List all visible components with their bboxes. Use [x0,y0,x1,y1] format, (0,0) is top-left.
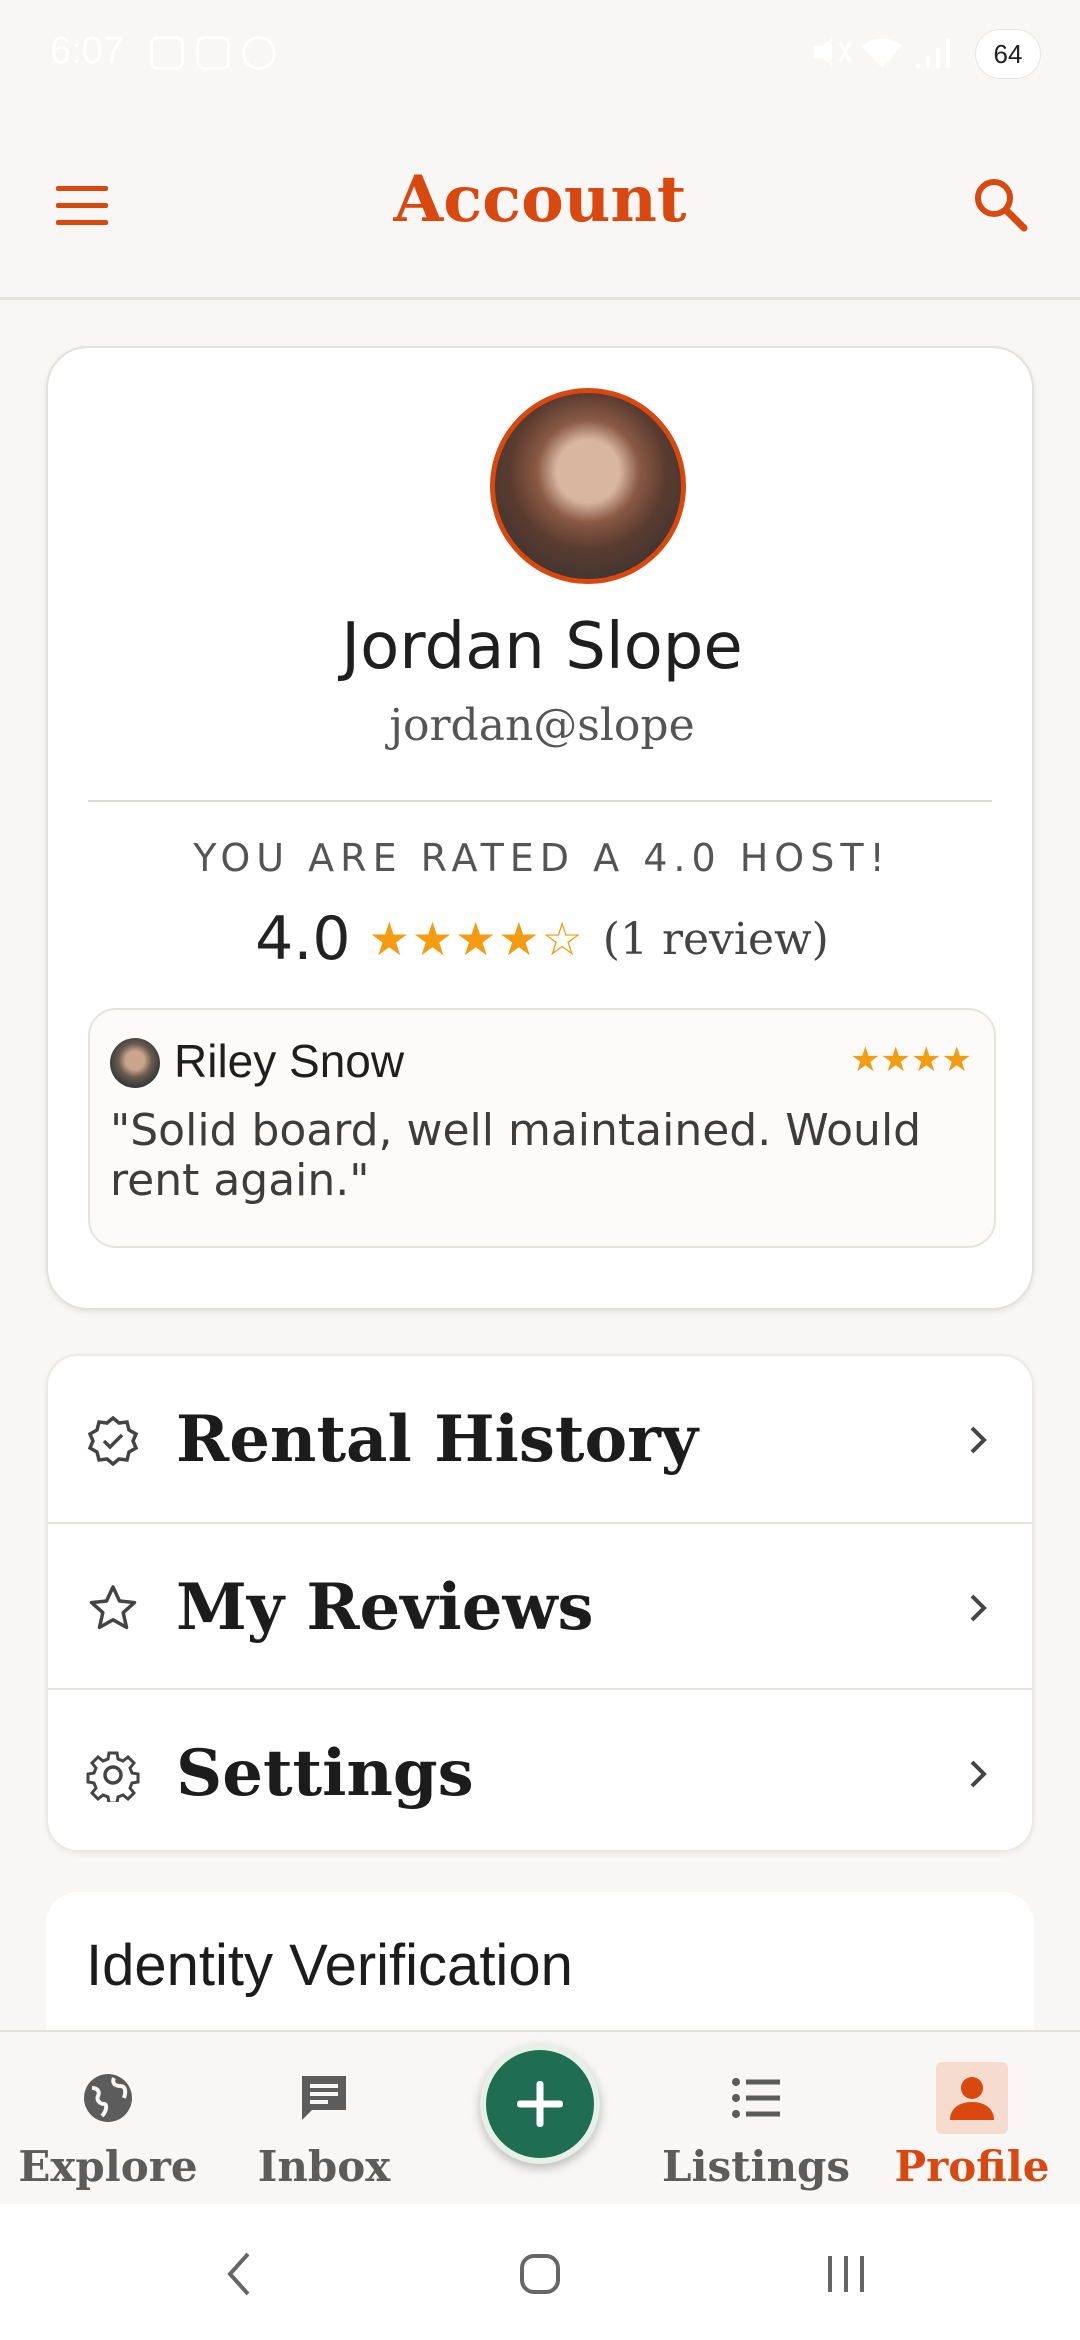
search-icon[interactable] [970,174,1030,234]
rating-stars-icon: ★★★★☆ [368,912,585,966]
menu-item-label: My Reviews [176,1570,594,1645]
tab-label: Explore [18,2142,198,2191]
review-card[interactable]: Riley Snow ★★★★ "Solid board, well maint… [88,1008,996,1248]
tab-listings[interactable]: Listings [656,2032,856,2206]
cast-icon [196,36,230,70]
chevron-right-icon [970,1760,987,1788]
chat-icon [288,2062,360,2134]
top-app-bar: Account [0,110,1080,300]
tab-label: Profile [894,2142,1050,2191]
rating-value: 4.0 [255,904,351,974]
back-icon[interactable] [200,2234,280,2314]
list-icon [720,2062,792,2134]
status-time: 6:07 [50,30,124,72]
whatsapp-icon [242,36,276,70]
chevron-right-icon [970,1594,987,1622]
profile-handle: jordan@slope [389,700,695,751]
status-bar: 6:07 64 [0,0,1080,110]
screenshot-icon [150,36,184,70]
wifi-icon [862,38,902,68]
signal-icon [916,38,950,68]
identity-verification-card[interactable]: Identity Verification [46,1892,1034,2052]
chevron-right-icon [970,1426,987,1454]
menu-item-label: Rental History [176,1402,699,1477]
battery-indicator: 64 [976,30,1040,78]
menu-item-settings[interactable]: Settings [48,1688,1032,1850]
verified-badge-icon [87,1415,139,1467]
tab-label: Inbox [257,2142,391,2191]
star-outline-icon [89,1585,137,1630]
review-stars-icon: ★★★★ [850,1040,972,1080]
host-rating-caption: YOU ARE RATED A 4.0 HOST! [193,836,891,880]
review-text: "Solid board, well maintained. Would ren… [110,1105,922,1206]
menu-item-my-reviews[interactable]: My Reviews [48,1522,1032,1688]
recent-apps-icon[interactable] [806,2234,886,2314]
reviewer-avatar [110,1038,160,1088]
profile-name: Jordan Slope [341,610,743,684]
system-navigation-bar [0,2204,1080,2340]
account-menu-list: Rental History My Reviews Settings [46,1354,1034,1852]
menu-item-rental-history[interactable]: Rental History [48,1356,1032,1522]
tab-inbox[interactable]: Inbox [224,2032,424,2206]
home-icon[interactable] [500,2234,580,2314]
page-title: Account [393,162,687,237]
gear-icon [86,1751,140,1802]
reviewer-name: Riley Snow [174,1035,405,1087]
person-icon [936,2062,1008,2134]
add-listing-button[interactable] [480,2044,600,2164]
avatar[interactable] [490,388,686,584]
profile-card: Jordan Slope jordan@slope YOU ARE RATED … [46,346,1034,1310]
review-count[interactable]: (1 review) [603,914,829,965]
divider [88,800,992,802]
globe-icon [72,2062,144,2134]
tab-profile[interactable]: Profile [872,2032,1072,2206]
rating-summary: 4.0 ★★★★☆ (1 review) [48,904,1036,974]
mute-icon [814,38,852,66]
tab-label: Listings [661,2142,851,2191]
menu-item-label: Settings [176,1736,474,1811]
identity-verification-title: Identity Verification [86,1933,573,1998]
tab-explore[interactable]: Explore [8,2032,208,2206]
